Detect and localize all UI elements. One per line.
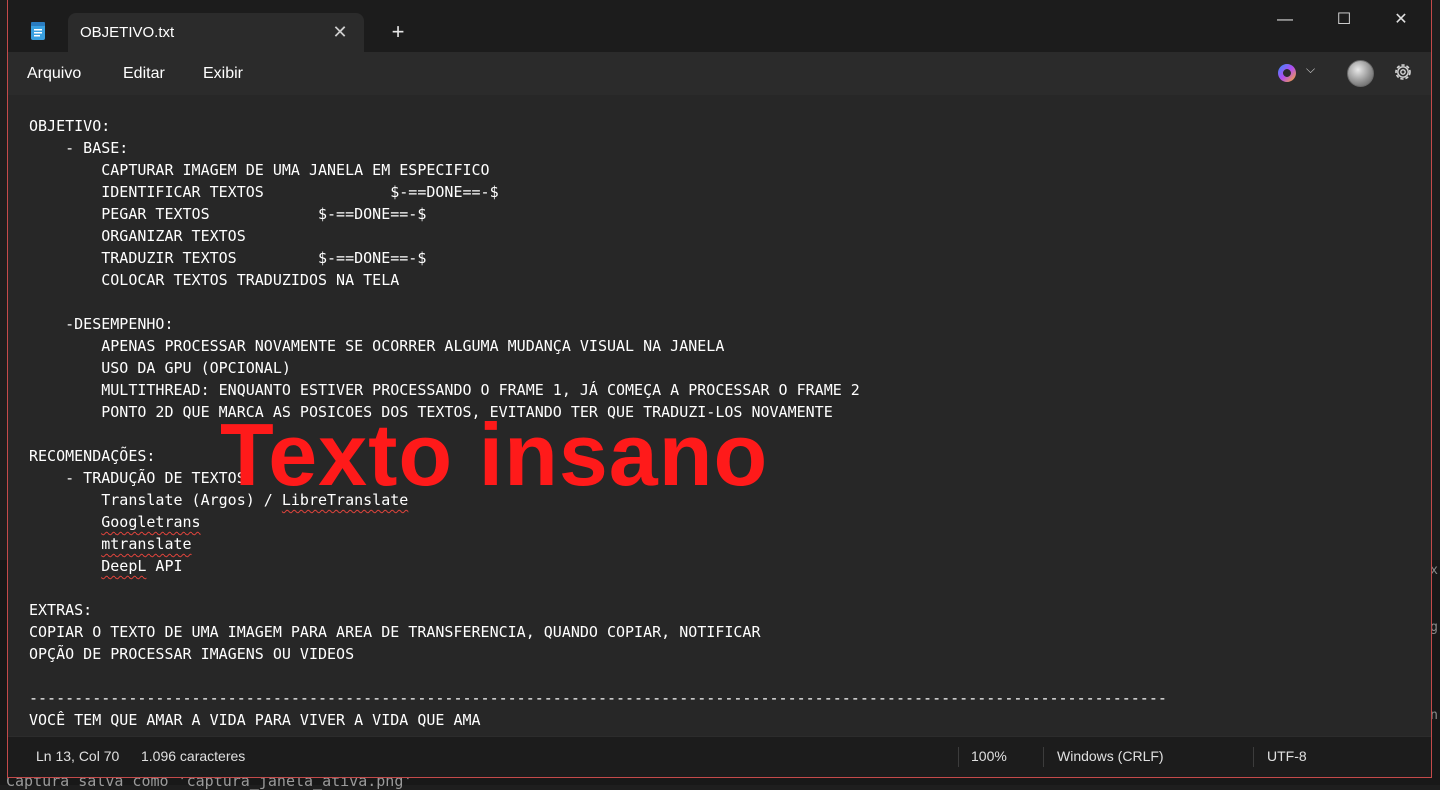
line-ending[interactable]: Windows (CRLF) <box>1057 748 1164 764</box>
menu-edit[interactable]: Editar <box>123 65 165 83</box>
tab-objetivo[interactable]: OBJETIVO.txt ✕ <box>68 13 364 52</box>
minimize-button[interactable]: — <box>1262 8 1308 32</box>
tab-title: OBJETIVO.txt <box>80 24 175 41</box>
zoom-level[interactable]: 100% <box>971 748 1007 764</box>
maximize-button[interactable]: ☐ <box>1321 8 1367 32</box>
misspelled-word: DeepL <box>101 557 147 575</box>
menu-file[interactable]: Arquivo <box>27 65 81 83</box>
misspelled-word: mtranslate <box>101 535 192 553</box>
rec-line-suffix: API <box>146 557 183 575</box>
close-window-button[interactable]: ✕ <box>1378 8 1424 32</box>
character-count: 1.096 caracteres <box>141 748 246 764</box>
text-editor[interactable]: OBJETIVO: - BASE: CAPTURAR IMAGEM DE UMA… <box>8 95 1431 738</box>
misspelled-word: Googletrans <box>101 513 201 531</box>
editor-text-tail: EXTRAS: COPIAR O TEXTO DE UMA IMAGEM PAR… <box>29 601 1167 729</box>
editor-line-rec3: mtranslate <box>29 535 192 553</box>
notepad-window: OBJETIVO.txt ✕ + — ☐ ✕ Arquivo Editar Ex… <box>7 0 1432 778</box>
encoding[interactable]: UTF-8 <box>1267 748 1307 764</box>
avatar[interactable] <box>1347 60 1374 87</box>
status-divider <box>1253 747 1254 767</box>
copilot-icon[interactable] <box>1276 62 1298 84</box>
overlay-text: Texto insano <box>220 405 769 504</box>
menu-bar: Arquivo Editar Exibir <box>8 52 1431 95</box>
status-divider <box>1043 747 1044 767</box>
cursor-position: Ln 13, Col 70 <box>36 748 120 764</box>
gear-icon[interactable] <box>1392 61 1414 83</box>
editor-line-rec2: Googletrans <box>29 513 201 531</box>
menu-view[interactable]: Exibir <box>203 65 243 83</box>
status-bar: Ln 13, Col 70 1.096 caracteres 100% Wind… <box>8 736 1431 777</box>
editor-line-rec4: DeepL API <box>29 557 183 575</box>
chevron-down-icon[interactable]: ⌵ <box>1306 62 1315 77</box>
notepad-icon <box>31 22 45 40</box>
status-divider <box>958 747 959 767</box>
new-tab-button[interactable]: + <box>386 20 410 44</box>
close-tab-icon[interactable]: ✕ <box>330 22 350 42</box>
title-bar[interactable]: OBJETIVO.txt ✕ + — ☐ ✕ <box>8 0 1431 52</box>
